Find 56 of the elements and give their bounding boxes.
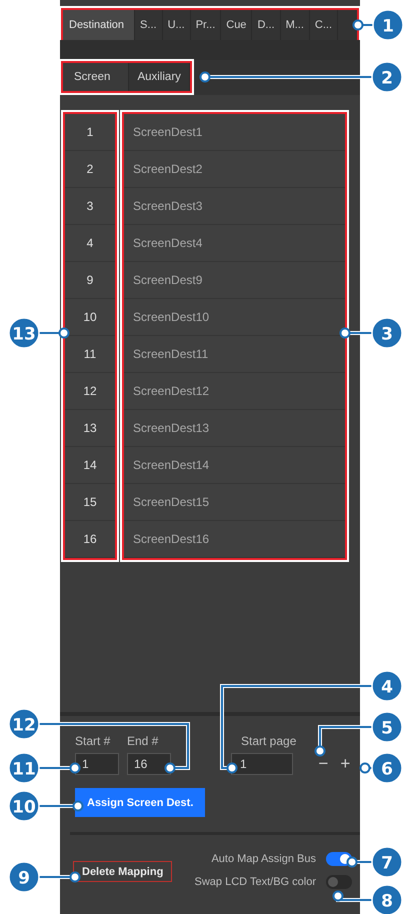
toggle-switch[interactable]: [326, 875, 352, 889]
destination-name-cell[interactable]: ScreenDest16: [124, 521, 345, 558]
delete-mapping-button[interactable]: Delete Mapping: [73, 861, 172, 882]
callout-number: 2: [371, 61, 403, 93]
destination-name-cell[interactable]: ScreenDest1: [124, 114, 345, 151]
destination-name-cell[interactable]: ScreenDest4: [124, 225, 345, 262]
leader-line: [39, 872, 80, 882]
leader-line: [340, 328, 372, 338]
tab[interactable]: Screen: [63, 63, 130, 91]
callout-number: 10: [8, 790, 40, 822]
callout-number: 9: [8, 861, 40, 893]
number-cell[interactable]: 14: [65, 447, 115, 484]
callout-number: 1: [372, 9, 404, 41]
leader-line: [346, 856, 372, 868]
number-cell[interactable]: 16: [65, 521, 115, 558]
callout-number: 4: [371, 670, 403, 702]
plus-button[interactable]: +: [338, 753, 352, 775]
toggle-label: Auto Map Assign Bus: [211, 853, 316, 865]
leader-line: [352, 20, 373, 30]
destination-name-cell[interactable]: ScreenDest2: [124, 151, 345, 188]
number-cell[interactable]: 4: [65, 225, 115, 262]
destination-name-cell[interactable]: ScreenDest3: [124, 188, 345, 225]
number-cell[interactable]: 3: [65, 188, 115, 225]
input-field[interactable]: 1: [75, 753, 119, 775]
assign-button[interactable]: Assign Screen Dest.: [75, 788, 206, 817]
callout-number: 5: [371, 711, 403, 743]
callout-number: 11: [8, 752, 40, 784]
callout-number: 3: [371, 317, 403, 349]
field-label: Start page: [241, 734, 296, 748]
callout-number: 6: [371, 752, 403, 784]
field-label: Start #: [75, 734, 112, 748]
destination-name-cell[interactable]: ScreenDest12: [124, 373, 345, 410]
minus-button[interactable]: −: [316, 753, 330, 775]
destination-name-cell[interactable]: ScreenDest14: [124, 447, 345, 484]
leader-line: [39, 800, 84, 812]
number-cell[interactable]: 9: [65, 262, 115, 299]
input-field[interactable]: 16: [127, 753, 171, 775]
number-cell[interactable]: 1: [65, 114, 115, 151]
callout-number: 8: [371, 884, 403, 914]
number-cell[interactable]: 13: [65, 410, 115, 447]
number-cell[interactable]: 2: [65, 151, 115, 188]
destination-name-cell[interactable]: ScreenDest11: [124, 336, 345, 373]
destination-name-cell[interactable]: ScreenDest15: [124, 484, 345, 521]
destination-name-cell[interactable]: ScreenDest13: [124, 410, 345, 447]
destination-name-cell[interactable]: ScreenDest9: [124, 262, 345, 299]
leader-line: [332, 890, 372, 902]
number-cell[interactable]: 15: [65, 484, 115, 521]
callout-number: 12: [8, 708, 40, 740]
input-field[interactable]: 1: [231, 753, 293, 775]
number-cell[interactable]: 12: [65, 373, 115, 410]
field-label: End #: [127, 734, 160, 748]
tab[interactable]: Destination: [63, 10, 136, 40]
toggle-label: Swap LCD Text/BG color: [194, 876, 316, 888]
callout-number: 7: [371, 846, 403, 878]
leader-line: [39, 328, 70, 338]
callout-number: 13: [8, 317, 40, 349]
